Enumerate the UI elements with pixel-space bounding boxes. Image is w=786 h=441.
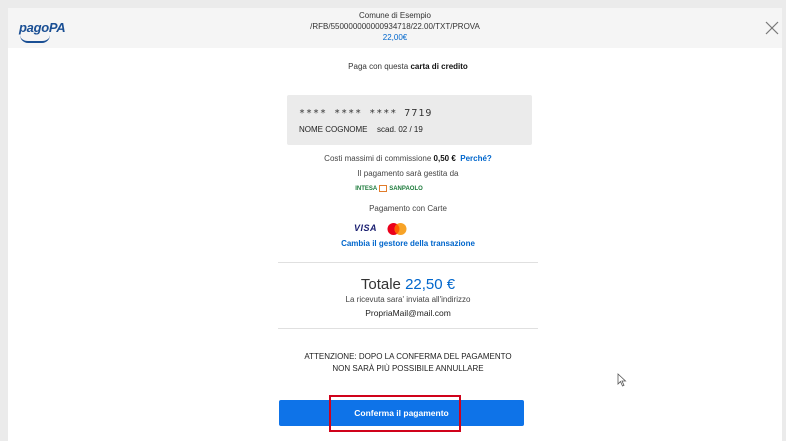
fee-why-link[interactable]: Perché? [460,154,492,163]
payment-summary: Comune di Esempio /RFB/55000000000093471… [8,11,782,43]
warning-line: ATTENZIONE: DOPO LA CONFERMA DEL PAGAMEN… [304,352,512,361]
payment-reference: /RFB/550000000000934718/22.00/TXT/PROVA [310,22,480,31]
visa-icon: VISA [354,223,378,233]
psp-name-right: SANPAOLO [389,186,423,192]
entity-name: Comune di Esempio [358,11,432,20]
fee-value: 0,50 € [433,154,456,163]
total-value: 22,50 € [405,276,456,293]
divider [278,262,538,263]
psp-logo-icon [379,184,388,192]
close-icon[interactable] [764,20,780,36]
card-expiry: scad. 02 / 19 [377,125,423,134]
warning-line: NON SARÀ PIÙ POSSIBILE ANNULLARE [332,364,484,373]
card-number: **** **** **** 7719 [299,108,433,119]
card-brands: VISA [354,222,434,236]
mastercard-icon [387,223,407,235]
cards-label: Pagamento con Carte [369,204,447,213]
pay-with-prefix: Paga con questa [348,62,411,71]
payment-amount: 22,00€ [382,33,408,42]
mouse-cursor-icon [617,373,627,387]
total-line: Totale 22,50 € [278,276,538,293]
divider [278,328,538,329]
card-holder: NOME COGNOME [299,125,368,134]
change-psp-link[interactable]: Cambia il gestore della transazione [341,239,475,248]
receipt-email: PropriaMail@mail.com [365,308,451,318]
psp-name-left: INTESA [355,186,378,192]
total-label: Totale [360,276,406,293]
receipt-note: La ricevuta sara' inviata all'indirizzo [345,295,471,304]
pay-with-text: Paga con questa carta di credito [278,62,538,71]
change-psp-wrapper: Cambia il gestore della transazione [278,239,538,248]
highlight-annotation [329,395,461,432]
payment-page: pagoPA Comune di Esempio /RFB/5500000000… [8,8,782,441]
fee-line: Costi massimi di commissione 0,50 € Perc… [278,154,538,163]
psp-logo: INTESA SANPAOLO [348,184,430,194]
saved-card[interactable]: **** **** **** 7719 NOME COGNOME scad. 0… [287,95,532,145]
managed-by-text: Il pagamento sarà gestita da [357,169,459,178]
fee-prefix: Costi massimi di commissione [324,154,434,163]
pay-with-method: carta di credito [410,62,468,71]
cancellation-warning: ATTENZIONE: DOPO LA CONFERMA DEL PAGAMEN… [278,351,538,375]
header: pagoPA Comune di Esempio /RFB/5500000000… [8,8,782,48]
